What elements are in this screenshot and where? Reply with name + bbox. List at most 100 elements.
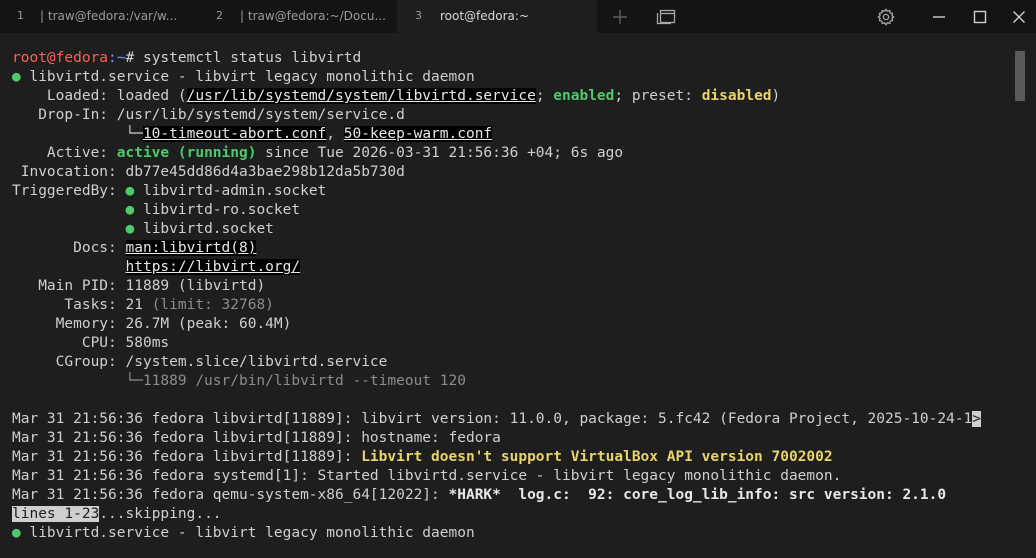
log-message: libvirt version: 11.0.0, package: 5.fc42… [361, 411, 973, 427]
command-text: systemctl status libvirtd [142, 50, 362, 66]
dropin-file-link[interactable]: 50-keep-warm.conf [343, 126, 493, 142]
triggered-by-indent [12, 221, 126, 237]
scrollbar[interactable] [1014, 49, 1026, 558]
tab-overview-button[interactable] [650, 0, 682, 33]
socket-name: libvirtd-admin.socket [134, 183, 327, 199]
tab-number: 1 [17, 9, 24, 22]
enabled-state: enabled [553, 88, 615, 104]
loaded-suffix: ) [771, 88, 781, 104]
cgroup-child-line: └─11889 /usr/bin/libvirtd --timeout 120 [12, 373, 466, 389]
log-line: Mar 31 21:56:36 fedora qemu-system-x86_6… [12, 486, 1015, 505]
preset-state: disabled [701, 88, 772, 104]
active-since: since Tue 2026-03-31 21:56:36 +04; 6s ag… [256, 145, 624, 161]
terminal-output[interactable]: root@fedora:~# systemctl status libvirtd… [12, 49, 1015, 558]
maximize-button[interactable] [964, 0, 996, 33]
unit-file-link[interactable]: /usr/lib/systemd/system/libvirtd.service [186, 88, 536, 104]
memory-line: Memory: 26.7M (peak: 60.4M) [12, 315, 1015, 334]
memory-label: Memory: [12, 316, 126, 332]
cpu-label: CPU: [12, 335, 126, 351]
preset-label: ; preset: [614, 88, 702, 104]
log-prefix: Mar 31 21:56:36 fedora systemd[1]: [12, 468, 318, 484]
loaded-label: Loaded: [12, 88, 117, 104]
log-prefix: Mar 31 21:56:36 fedora libvirtd[11889]: [12, 411, 362, 427]
close-icon [1013, 10, 1025, 23]
log-line: Mar 31 21:56:36 fedora libvirtd[11889]: … [12, 429, 1015, 448]
triggered-by-indent [12, 202, 126, 218]
invocation-label: Invocation: [12, 164, 126, 180]
socket-dot-icon: ● [125, 202, 135, 218]
pager-status-line: lines 1-23...skipping... [12, 505, 1015, 524]
log-warning-message: Libvirt doesn't support VirtualBox API v… [361, 449, 833, 465]
tab-3[interactable]: 3 root@fedora:~ [397, 0, 597, 33]
settings-button[interactable] [870, 0, 902, 33]
tab-overview-icon [656, 9, 676, 24]
dropin-sep: , [326, 126, 344, 142]
tasks-line: Tasks: 21 (limit: 32768) [12, 296, 1015, 315]
maximize-icon [973, 10, 987, 23]
prompt-user: root@fedora [12, 50, 109, 66]
tab-2[interactable]: 2 | traw@fedora:~/Docu... [198, 0, 397, 33]
triggered-by-label: TriggeredBy: [12, 183, 126, 199]
log-line: Mar 31 21:56:36 fedora libvirtd[11889]: … [12, 448, 1015, 467]
tab-1[interactable]: 1 | traw@fedora:/var/w... [0, 0, 198, 33]
tab-number: 2 [216, 9, 223, 22]
docs-label: Docs: [12, 240, 126, 256]
triggered-by-line: TriggeredBy: ● libvirtd-admin.socket [12, 182, 1015, 201]
main-pid-value: 11889 (libvirtd) [125, 278, 266, 294]
log-message: hostname: fedora [361, 430, 501, 446]
log-line: Mar 31 21:56:36 fedora libvirtd[11889]: … [12, 410, 1015, 429]
loaded-sep: ; [535, 88, 554, 104]
main-pid-line: Main PID: 11889 (libvirtd) [12, 277, 1015, 296]
scrollbar-thumb[interactable] [1015, 51, 1025, 101]
new-tab-button[interactable] [605, 0, 635, 33]
truncation-marker: > [972, 411, 982, 427]
log-prefix: Mar 31 21:56:36 fedora libvirtd[11889]: [12, 430, 362, 446]
dropin-path: /usr/lib/systemd/system/service.d [116, 107, 405, 123]
log-message: Started libvirtd.service - libvirt legac… [317, 468, 842, 484]
cpu-value: 580ms [125, 335, 170, 351]
status-dot-icon: ● [12, 525, 21, 541]
cgroup-label: CGroup: [12, 354, 126, 370]
minimize-button[interactable] [923, 0, 955, 33]
minimize-icon [933, 15, 945, 18]
tab-number: 3 [415, 9, 422, 22]
log-prefix: Mar 31 21:56:36 fedora libvirtd[11889]: [12, 449, 362, 465]
tab-title: | traw@fedora:~/Docu... [240, 9, 386, 23]
triggered-by-line: ● libvirtd.socket [12, 220, 1015, 239]
socket-name: libvirtd.socket [134, 221, 274, 237]
docs-indent [12, 259, 126, 275]
tasks-label: Tasks: [12, 297, 126, 313]
docs-line: Docs: man:libvirtd(8) [12, 239, 1015, 258]
docs-line: https://libvirt.org/ [12, 258, 1015, 277]
pager-status: lines 1-23 [12, 506, 100, 522]
dropin-line: Drop-In: /usr/lib/systemd/system/service… [12, 106, 1015, 125]
log-message: *HARK* log.c: 92: core_log_lib_info: src… [448, 487, 947, 503]
log-line: Mar 31 21:56:36 fedora systemd[1]: Start… [12, 467, 1015, 486]
loaded-prefix: loaded ( [116, 88, 187, 104]
invocation-line: Invocation: db77e45dd86d4a3bae298b12da5b… [12, 163, 1015, 182]
prompt-path: :~ [108, 50, 126, 66]
log-prefix: Mar 31 21:56:36 fedora qemu-system-x86_6… [12, 487, 449, 503]
loaded-line: Loaded: loaded (/usr/lib/systemd/system/… [12, 87, 1015, 106]
tab-title: root@fedora:~ [440, 9, 530, 23]
cpu-line: CPU: 580ms [12, 334, 1015, 353]
docs-link[interactable]: man:libvirtd(8) [125, 240, 257, 256]
active-label: Active: [12, 145, 117, 161]
service-header-line: ● libvirtd.service - libvirt legacy mono… [12, 68, 1015, 87]
dropin-files-line: └─10-timeout-abort.conf, 50-keep-warm.co… [12, 125, 1015, 144]
active-line: Active: active (running) since Tue 2026-… [12, 144, 1015, 163]
cgroup-value: /system.slice/libvirtd.service [125, 354, 388, 370]
dropin-indent: └─ [12, 126, 143, 142]
gear-icon [877, 8, 895, 25]
tab-title: | traw@fedora:/var/w... [40, 9, 178, 23]
triggered-by-line: ● libvirtd-ro.socket [12, 201, 1015, 220]
pager-skipping: ...skipping... [99, 506, 222, 522]
service-header-line: ● libvirtd.service - libvirt legacy mono… [12, 524, 1015, 543]
service-header-text: libvirtd.service - libvirt legacy monoli… [20, 525, 475, 541]
status-dot-icon: ● [12, 69, 21, 85]
dropin-file-link[interactable]: 10-timeout-abort.conf [142, 126, 327, 142]
close-button[interactable] [1003, 0, 1035, 33]
docs-link[interactable]: https://libvirt.org/ [125, 259, 301, 275]
invocation-value: db77e45dd86d4a3bae298b12da5b730d [125, 164, 405, 180]
